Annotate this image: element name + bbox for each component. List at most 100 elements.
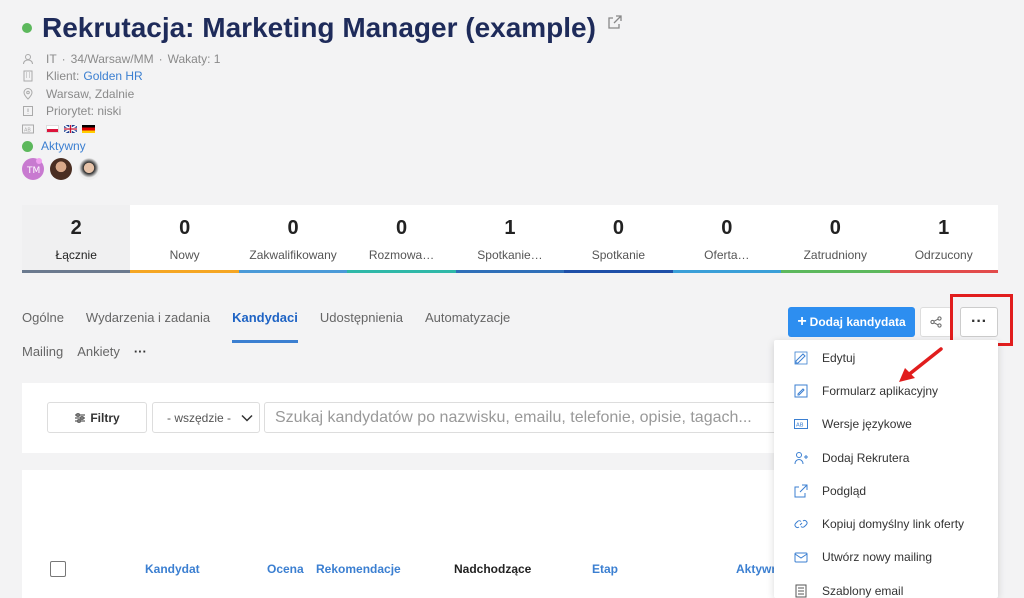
stat-4[interactable]: 1 Spotkanie… (455, 205, 565, 273)
stat-label: Nowy (169, 248, 200, 262)
status-dot (22, 23, 32, 33)
more-options-menu: Edytuj Formularz aplikacyjny AB Wersje języ… (774, 340, 998, 598)
stat-6[interactable]: 0 Oferta… (672, 205, 782, 273)
scope-select[interactable]: - wszędzie - (152, 402, 260, 433)
candidate-search-input[interactable]: Szukaj kandydatów po nazwisku, emailu, t… (264, 402, 782, 433)
filters-label: Filtry (90, 410, 120, 425)
share-icon (930, 316, 942, 328)
active-status-dot (22, 140, 33, 152)
stat-count: 0 (287, 217, 299, 239)
form-icon (794, 384, 808, 398)
meta-location: Warsaw, Zdalnie (46, 86, 135, 101)
menu-item-3[interactable]: Dodaj Rekrutera (774, 441, 998, 474)
person-icon (23, 53, 33, 64)
menu-item-7[interactable]: Szablony email (774, 574, 998, 598)
meta-priority-row: Priorytet: niski (22, 103, 220, 121)
menu-item-label: Formularz aplikacyjny (822, 383, 939, 398)
stat-count: 0 (395, 217, 408, 239)
avatar[interactable]: TM (22, 158, 44, 180)
stat-color-bar (22, 270, 131, 273)
menu-item-label: Kopiuj domyślny link oferty (822, 517, 965, 532)
stat-count: 1 (938, 217, 950, 239)
mailing-icon (794, 552, 808, 563)
stat-color-bar (781, 270, 890, 273)
annotation-arrow (899, 347, 943, 382)
language-icon: AB (22, 124, 34, 134)
stat-1[interactable]: 0 Nowy (130, 205, 239, 273)
menu-item-6[interactable]: Utwórz nowy mailing (774, 541, 998, 574)
filters-button[interactable]: Filtry (47, 402, 147, 433)
stat-count: 0 (829, 217, 841, 239)
avatar[interactable] (50, 158, 72, 180)
menu-item-label: Podgląd (822, 483, 867, 498)
menu-item-label: Wersje językowe (822, 417, 912, 432)
column-header-stage[interactable]: Etap (592, 562, 618, 576)
add-candidate-button[interactable]: + Dodaj kandydata (788, 307, 915, 337)
title-row: Rekrutacja: Marketing Manager (example) (22, 12, 622, 44)
column-header-candidate[interactable]: Kandydat (145, 562, 200, 576)
stat-color-bar (130, 270, 239, 273)
menu-item-2[interactable]: AB Wersje językowe (774, 408, 998, 441)
avatar[interactable] (78, 158, 100, 180)
stat-label: Spotkanie (591, 248, 646, 262)
link-icon (794, 520, 808, 529)
stat-0[interactable]: 2 Łącznie (22, 205, 131, 273)
stat-2[interactable]: 0 Zakwalifikowany (238, 205, 348, 273)
stat-label: Oferta… (704, 248, 750, 262)
stat-color-bar (347, 270, 456, 273)
meta-status-row: Aktywny (22, 138, 220, 156)
meta-department: IT (46, 51, 57, 66)
meta-client-row: Klient: Golden HR (22, 68, 220, 86)
meta-department-row: IT · 34/Warsaw/MM · Wakaty: 1 (22, 50, 220, 68)
menu-item-4[interactable]: Podgląd (774, 474, 998, 507)
menu-item-label: Utwórz nowy mailing (822, 550, 933, 565)
stat-7[interactable]: 0 Zatrudniony (781, 205, 890, 273)
column-header-rating[interactable]: Ocena (267, 562, 304, 576)
stat-label: Zatrudniony (803, 248, 867, 262)
stat-count: 1 (504, 217, 516, 239)
external-link-icon[interactable] (608, 15, 622, 29)
column-header-recommendations[interactable]: Rekomendacje (316, 562, 401, 576)
stat-8[interactable]: 1 Odrzucony (889, 205, 998, 273)
stat-5[interactable]: 0 Spotkanie (564, 205, 673, 273)
share-button[interactable] (920, 307, 952, 337)
stat-color-bar (564, 270, 673, 273)
stat-label: Łącznie (55, 248, 97, 262)
location-pin-icon (23, 87, 33, 100)
flag-uk-icon (64, 124, 77, 133)
recruiter-avatars: TM (22, 158, 106, 180)
svg-text:TM: TM (26, 166, 40, 176)
column-header-active[interactable]: Aktywn (736, 562, 779, 576)
external-link-icon (794, 484, 808, 498)
stat-label: Spotkanie… (477, 248, 543, 262)
building-icon (23, 70, 33, 82)
menu-item-0[interactable]: Edytuj (774, 341, 998, 374)
meta-client-label: Klient: (46, 69, 80, 84)
column-header-upcoming: Nadchodzące (454, 562, 532, 576)
tab-4[interactable]: Automatyzacje (425, 310, 510, 325)
edit-icon (794, 351, 808, 365)
status-label[interactable]: Aktywny (41, 139, 86, 153)
tab-0[interactable]: Ogólne (22, 310, 64, 325)
page-title: Rekrutacja: Marketing Manager (example) (42, 12, 596, 43)
stat-count: 0 (612, 217, 624, 239)
stat-3[interactable]: 0 Rozmowa… (347, 205, 456, 273)
meta-languages-row: AB (22, 120, 220, 138)
client-link[interactable]: Golden HR (83, 69, 142, 83)
language-icon: AB (794, 419, 808, 430)
tab-secondary-1[interactable]: Ankiety (77, 344, 120, 359)
highlight-box (950, 294, 1013, 346)
more-tabs-icon[interactable]: ··· (134, 344, 147, 359)
job-meta: IT · 34/Warsaw/MM · Wakaty: 1 Klient: Go… (22, 50, 220, 155)
stat-color-bar (238, 270, 348, 273)
stat-label: Odrzucony (914, 248, 973, 262)
svg-text:AB: AB (24, 127, 31, 133)
tab-3[interactable]: Udostępnienia (320, 310, 403, 325)
menu-item-5[interactable]: Kopiuj domyślny link oferty (774, 507, 998, 540)
plus-icon: + (797, 313, 807, 330)
tab-secondary-0[interactable]: Mailing (22, 344, 63, 359)
tab-1[interactable]: Wydarzenia i zadania (86, 310, 210, 325)
tab-2[interactable]: Kandydaci (232, 310, 298, 343)
select-all-checkbox[interactable] (50, 561, 66, 577)
menu-item-1[interactable]: Formularz aplikacyjny (774, 374, 998, 407)
